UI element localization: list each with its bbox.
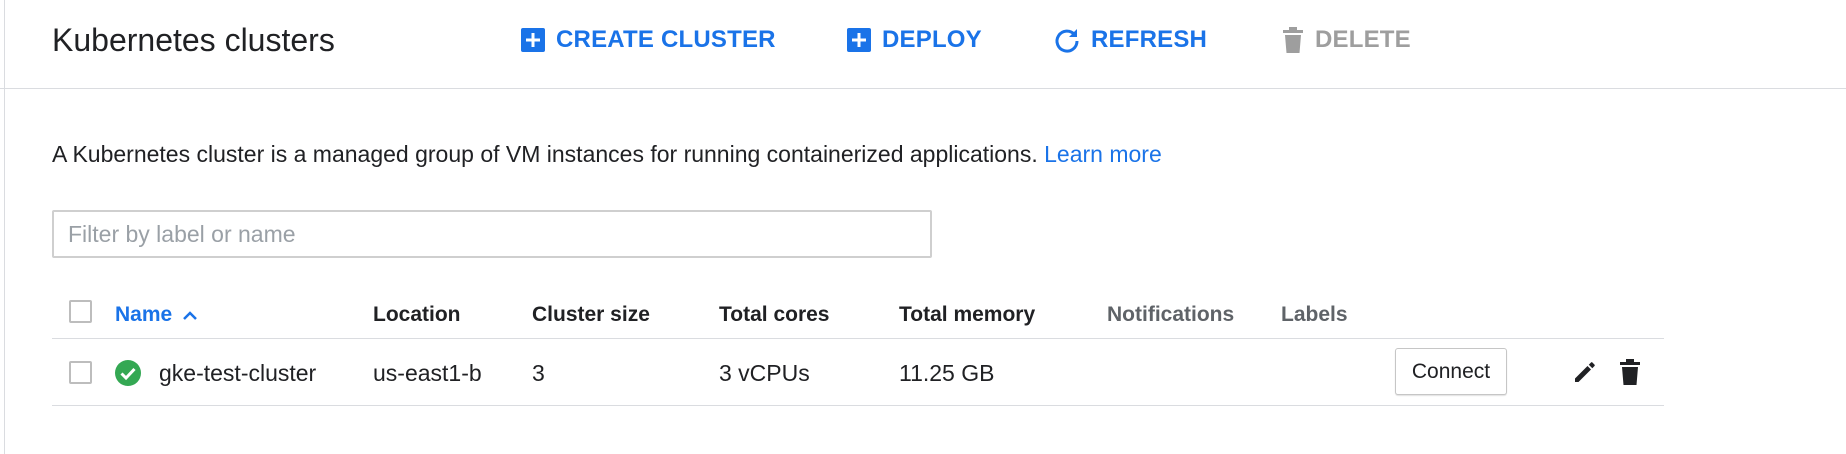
- create-cluster-button[interactable]: CREATE CLUSTER: [520, 22, 776, 58]
- refresh-icon: [1053, 26, 1081, 54]
- refresh-label: REFRESH: [1091, 26, 1208, 53]
- deploy-label: DEPLOY: [882, 26, 982, 53]
- trash-icon: [1281, 26, 1305, 54]
- page-header: Kubernetes clusters CREATE CLUSTER DEPLO…: [0, 0, 1846, 89]
- select-all-checkbox[interactable]: [69, 300, 92, 323]
- create-cluster-label: CREATE CLUSTER: [556, 26, 776, 53]
- add-box-icon: [520, 27, 546, 53]
- column-header-name[interactable]: Name: [115, 302, 198, 328]
- check-circle-icon: [114, 359, 142, 392]
- description-text: A Kubernetes cluster is a managed group …: [52, 141, 1038, 167]
- table-header-row: Name Location Cluster size Total cores T…: [52, 290, 1664, 339]
- delete-label: DELETE: [1315, 26, 1411, 53]
- column-header-total-memory[interactable]: Total memory: [899, 302, 1035, 328]
- connect-button[interactable]: Connect: [1395, 348, 1507, 395]
- column-header-location[interactable]: Location: [373, 302, 461, 328]
- deploy-button[interactable]: DEPLOY: [846, 22, 982, 58]
- chevron-up-icon: [182, 309, 198, 321]
- cluster-total-memory: 11.25 GB: [899, 360, 995, 386]
- table-row: gke-test-cluster us-east1-b 3 3 vCPUs 11…: [52, 339, 1664, 406]
- page-description: A Kubernetes cluster is a managed group …: [52, 139, 1162, 169]
- filter-input[interactable]: [52, 210, 932, 258]
- clusters-table: Name Location Cluster size Total cores T…: [52, 290, 1664, 406]
- page-title: Kubernetes clusters: [52, 22, 335, 58]
- refresh-button[interactable]: REFRESH: [1053, 22, 1207, 58]
- delete-button[interactable]: DELETE: [1281, 22, 1411, 58]
- row-checkbox[interactable]: [69, 361, 92, 384]
- column-header-notifications: Notifications: [1107, 303, 1235, 326]
- column-header-total-cores[interactable]: Total cores: [719, 302, 829, 328]
- learn-more-link[interactable]: Learn more: [1044, 141, 1162, 167]
- cluster-name[interactable]: gke-test-cluster: [159, 358, 316, 388]
- cluster-location: us-east1-b: [373, 360, 482, 386]
- column-header-cluster-size[interactable]: Cluster size: [532, 302, 650, 328]
- column-header-name-label: Name: [115, 303, 173, 326]
- add-box-icon: [846, 27, 872, 53]
- cluster-size: 3: [532, 360, 545, 386]
- pencil-icon[interactable]: [1572, 359, 1598, 390]
- column-header-labels: Labels: [1281, 303, 1348, 326]
- cluster-total-cores: 3 vCPUs: [719, 360, 810, 386]
- trash-icon[interactable]: [1618, 358, 1642, 391]
